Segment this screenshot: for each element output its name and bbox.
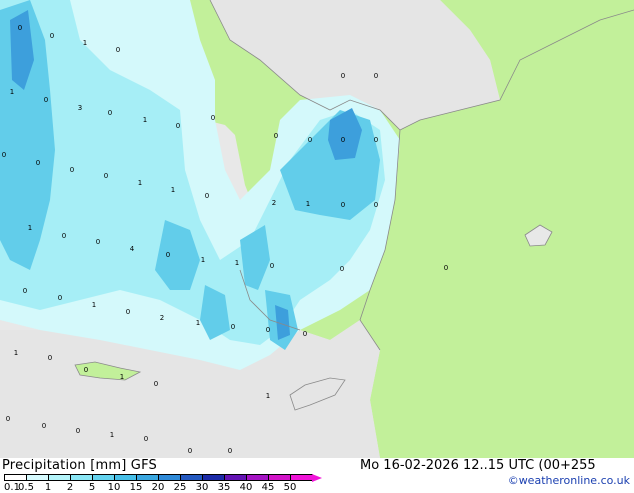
grid-value-label: 0 xyxy=(96,238,100,246)
grid-value-label: 0 xyxy=(374,136,378,144)
grid-value-label: 0 xyxy=(42,422,46,430)
grid-value-label: 1 xyxy=(138,179,142,187)
grid-value-label: 0 xyxy=(84,366,88,374)
legend-swatch xyxy=(202,474,225,481)
grid-value-label: 0 xyxy=(341,136,345,144)
legend-swatch xyxy=(180,474,203,481)
grid-value-label: 0 xyxy=(341,72,345,80)
legend-tick-label: 50 xyxy=(283,482,297,493)
legend-swatch xyxy=(290,474,313,481)
grid-value-label: 0 xyxy=(303,330,307,338)
precip-legend: 0.1 0.5 1 2 5 10 15 20 25 30 35 40 45 50 xyxy=(4,474,334,493)
legend-tick-label: 0.5 xyxy=(18,482,34,493)
grid-value-label: 0 xyxy=(444,264,448,272)
grid-value-label: 0 xyxy=(70,166,74,174)
legend-tick-label: 20 xyxy=(151,482,165,493)
grid-value-label: 0 xyxy=(228,447,232,455)
legend-tick-label: 25 xyxy=(173,482,187,493)
legend-swatch xyxy=(224,474,247,481)
grid-value-label: 0 xyxy=(76,427,80,435)
legend-tick-label: 2 xyxy=(66,482,74,493)
grid-value-label: 2 xyxy=(272,199,276,207)
map-footer: Precipitation [mm] GFS Mo 16-02-2026 12.… xyxy=(0,458,634,493)
grid-value-label: 1 xyxy=(266,392,270,400)
grid-value-label: 1 xyxy=(83,39,87,47)
grid-value-label: 0 xyxy=(126,308,130,316)
grid-value-label: 0 xyxy=(36,159,40,167)
forecast-date: Mo 16-02-2026 12..15 UTC (00+255 xyxy=(360,458,596,473)
legend-swatch xyxy=(4,474,27,481)
grid-value-label: 1 xyxy=(235,259,239,267)
grid-value-label: 0 xyxy=(6,415,10,423)
grid-value-label: 0 xyxy=(104,172,108,180)
grid-value-label: 0 xyxy=(154,380,158,388)
map-title: Precipitation [mm] GFS xyxy=(2,458,157,473)
map-canvas: 0 0 1 0 0 0 1 0 3 0 1 0 0 0 0 0 0 0 0 0 0 1 1 0 2 1 0 0 1 0 0 4 0 1 1 0 0 0 0 0… xyxy=(0,0,634,458)
grid-value-label: 0 xyxy=(108,109,112,117)
grid-value-label: 0 xyxy=(374,201,378,209)
grid-value-label: 1 xyxy=(143,116,147,124)
legend-tick-label: 45 xyxy=(261,482,275,493)
legend-arrow xyxy=(312,474,322,482)
legend-swatch xyxy=(268,474,291,481)
grid-value-label: 0 xyxy=(23,287,27,295)
grid-value-label: 0 xyxy=(2,151,6,159)
legend-swatch xyxy=(158,474,181,481)
grid-value-label: 0 xyxy=(58,294,62,302)
grid-value-label: 1 xyxy=(10,88,14,96)
grid-value-label: 1 xyxy=(196,319,200,327)
grid-value-label: 0 xyxy=(62,232,66,240)
grid-value-label: 0 xyxy=(50,32,54,40)
grid-value-label: 1 xyxy=(92,301,96,309)
grid-value-label: 1 xyxy=(120,373,124,381)
grid-value-label: 1 xyxy=(14,349,18,357)
precipitation-map: 0 0 1 0 0 0 1 0 3 0 1 0 0 0 0 0 0 0 0 0 0 1 1 0 2 1 0 0 1 0 0 4 0 1 1 0 0 0 0 0… xyxy=(0,0,634,458)
grid-value-label: 3 xyxy=(78,104,82,112)
grid-value-label: 0 xyxy=(166,251,170,259)
grid-value-label: 0 xyxy=(188,447,192,455)
grid-value-label: 2 xyxy=(160,314,164,322)
grid-value-label: 0 xyxy=(340,265,344,273)
legend-tick-label: 15 xyxy=(129,482,143,493)
grid-value-label: 0 xyxy=(48,354,52,362)
grid-value-label: 0 xyxy=(341,201,345,209)
grid-value-label: 0 xyxy=(176,122,180,130)
grid-value-label: 1 xyxy=(28,224,32,232)
grid-value-label: 0 xyxy=(374,72,378,80)
grid-value-label: 0 xyxy=(116,46,120,54)
legend-tick-label: 35 xyxy=(217,482,231,493)
grid-value-label: 0 xyxy=(44,96,48,104)
legend-tick-label: 10 xyxy=(107,482,121,493)
grid-value-label: 1 xyxy=(306,200,310,208)
grid-value-label: 0 xyxy=(231,323,235,331)
grid-value-label: 0 xyxy=(266,326,270,334)
legend-swatch xyxy=(92,474,115,481)
grid-value-label: 1 xyxy=(201,256,205,264)
credit-link[interactable]: ©weatheronline.co.uk xyxy=(508,474,630,487)
legend-swatch xyxy=(26,474,49,481)
legend-tick-label: 1 xyxy=(44,482,52,493)
legend-swatch xyxy=(246,474,269,481)
legend-swatch xyxy=(114,474,137,481)
legend-tick-label: 5 xyxy=(88,482,96,493)
grid-value-label: 0 xyxy=(18,24,22,32)
grid-value-label: 0 xyxy=(211,114,215,122)
grid-value-label: 0 xyxy=(274,132,278,140)
legend-swatch xyxy=(136,474,159,481)
grid-value-label: 0 xyxy=(308,136,312,144)
grid-value-label: 0 xyxy=(270,262,274,270)
legend-swatch xyxy=(48,474,71,481)
legend-tick-label: 30 xyxy=(195,482,209,493)
legend-swatch xyxy=(70,474,93,481)
grid-value-label: 0 xyxy=(205,192,209,200)
grid-value-label: 4 xyxy=(130,245,135,253)
grid-value-label: 1 xyxy=(110,431,114,439)
legend-tick-label: 40 xyxy=(239,482,253,493)
grid-value-label: 1 xyxy=(171,186,175,194)
grid-value-label: 0 xyxy=(144,435,148,443)
